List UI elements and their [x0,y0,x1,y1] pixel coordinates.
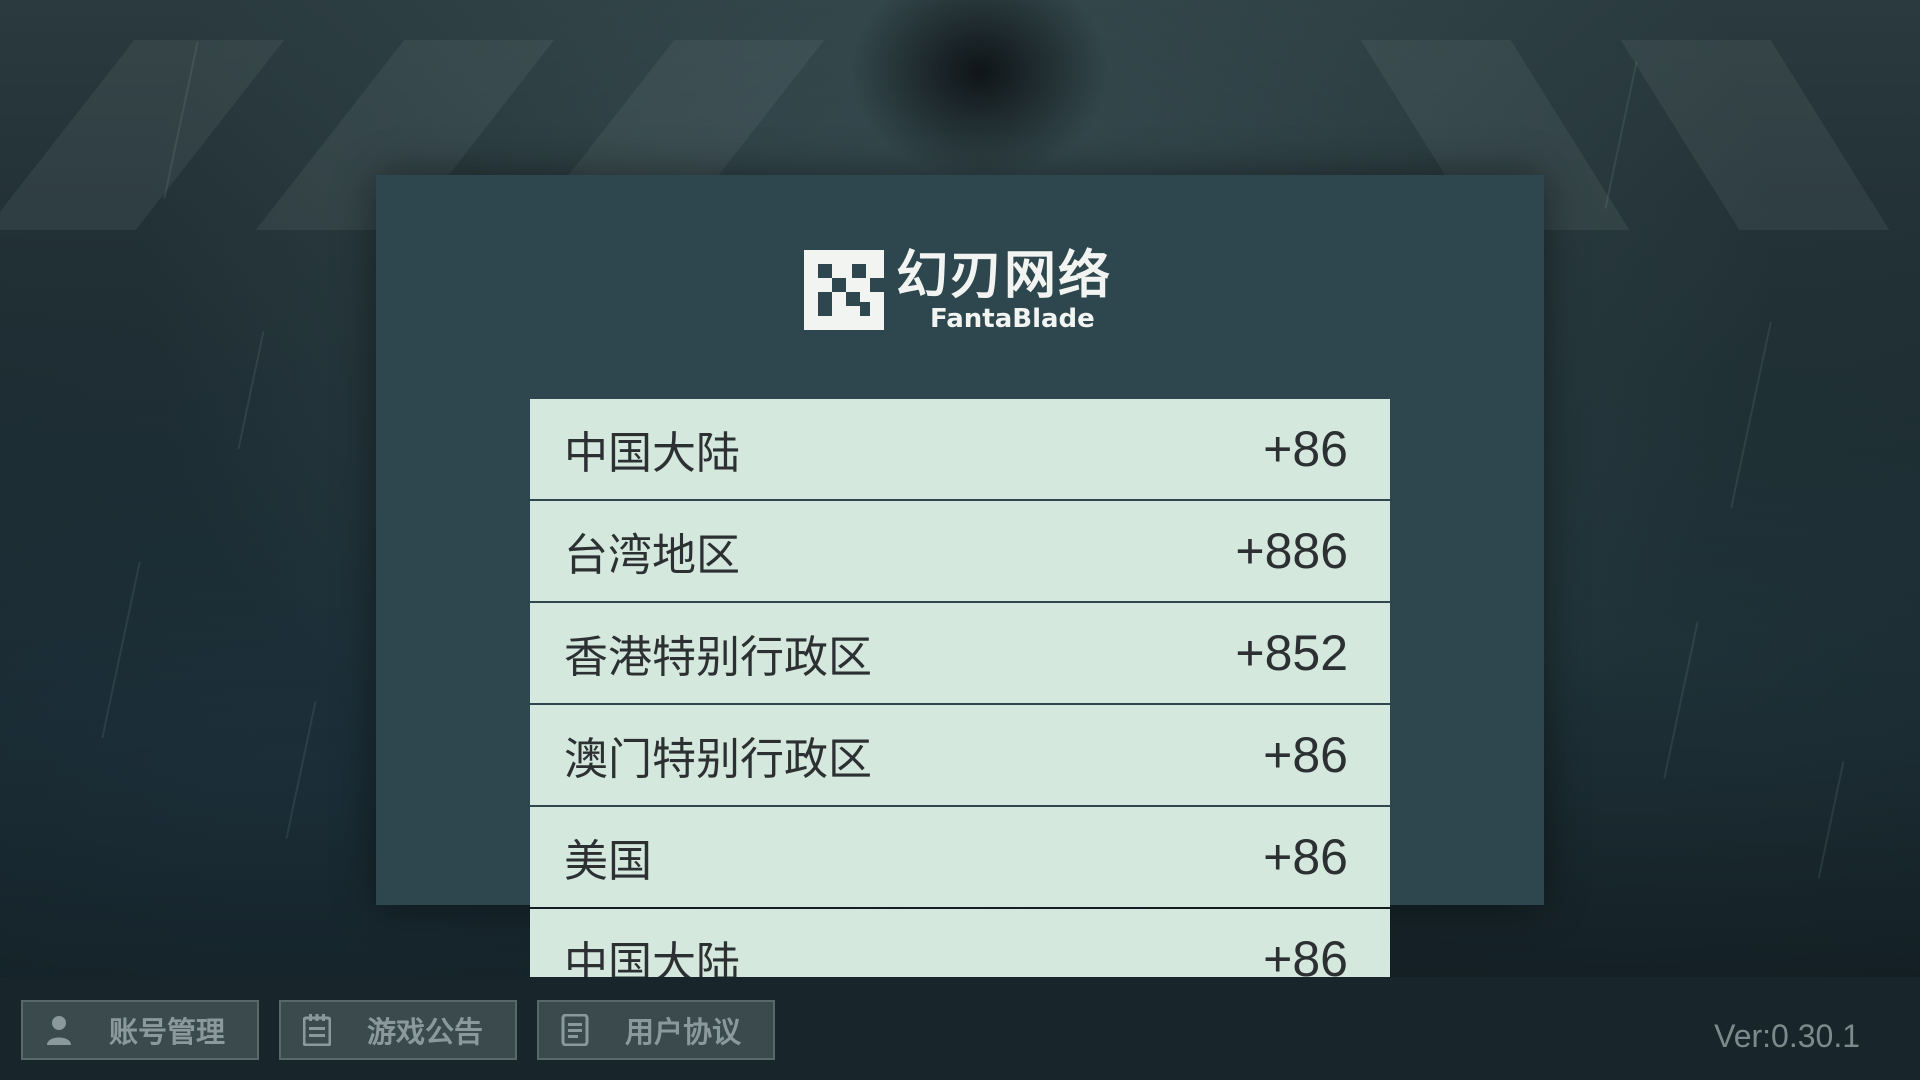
region-name: 香港特别行政区 [564,632,872,683]
region-option[interactable]: 澳门特别行政区 +86 [530,705,1390,805]
rain-streak [1604,61,1638,209]
rain-streak [1817,761,1845,879]
fantablade-logo-icon [804,250,884,330]
region-name: 台湾地区 [564,530,740,581]
rain-streak [237,331,265,449]
region-dial-code: +86 [1263,727,1348,783]
document-icon [561,1014,589,1046]
logo-chinese-text: 幻刃网络 [896,246,1113,306]
region-dial-code: +886 [1235,523,1348,579]
user-agreement-button[interactable]: 用户协议 [537,1000,775,1060]
region-option[interactable]: 台湾地区 +886 [530,501,1390,601]
rain-streak [101,561,141,739]
calendar-icon [303,1014,331,1046]
crosswalk-stripe [0,40,285,230]
game-notice-label: 游戏公告 [367,1015,484,1049]
login-screen: 幻刃网络 FantaBlade 中国大陆 +86 台湾地区 +886 香港特别行… [0,0,1920,1080]
account-management-label: 账号管理 [109,1015,226,1049]
rain-streak [1730,321,1772,509]
rain-streak [1663,621,1699,779]
crosswalk-stripe [1620,40,1890,230]
region-code-list: 中国大陆 +86 台湾地区 +886 香港特别行政区 +852 澳门特别行政区 … [530,399,1390,1011]
fantablade-logo: 幻刃网络 FantaBlade [804,246,1124,336]
account-management-button[interactable]: 账号管理 [21,1000,259,1060]
user-agreement-label: 用户协议 [625,1015,742,1049]
region-dial-code: +86 [1263,421,1348,477]
region-dial-code: +852 [1235,625,1348,681]
region-option[interactable]: 中国大陆 +86 [530,399,1390,499]
region-dial-code: +86 [1263,829,1348,885]
logo-english-text: FantaBlade [930,304,1095,334]
game-notice-button[interactable]: 游戏公告 [279,1000,517,1060]
silhouette-figure [850,0,1110,180]
region-name: 澳门特别行政区 [564,734,872,785]
person-icon [45,1014,73,1046]
region-name: 美国 [564,836,652,887]
version-label: Ver:0.30.1 [1714,1018,1860,1054]
region-option[interactable]: 香港特别行政区 +852 [530,603,1390,703]
region-name: 中国大陆 [564,428,740,479]
region-option[interactable]: 美国 +86 [530,807,1390,907]
rain-streak [285,701,317,839]
